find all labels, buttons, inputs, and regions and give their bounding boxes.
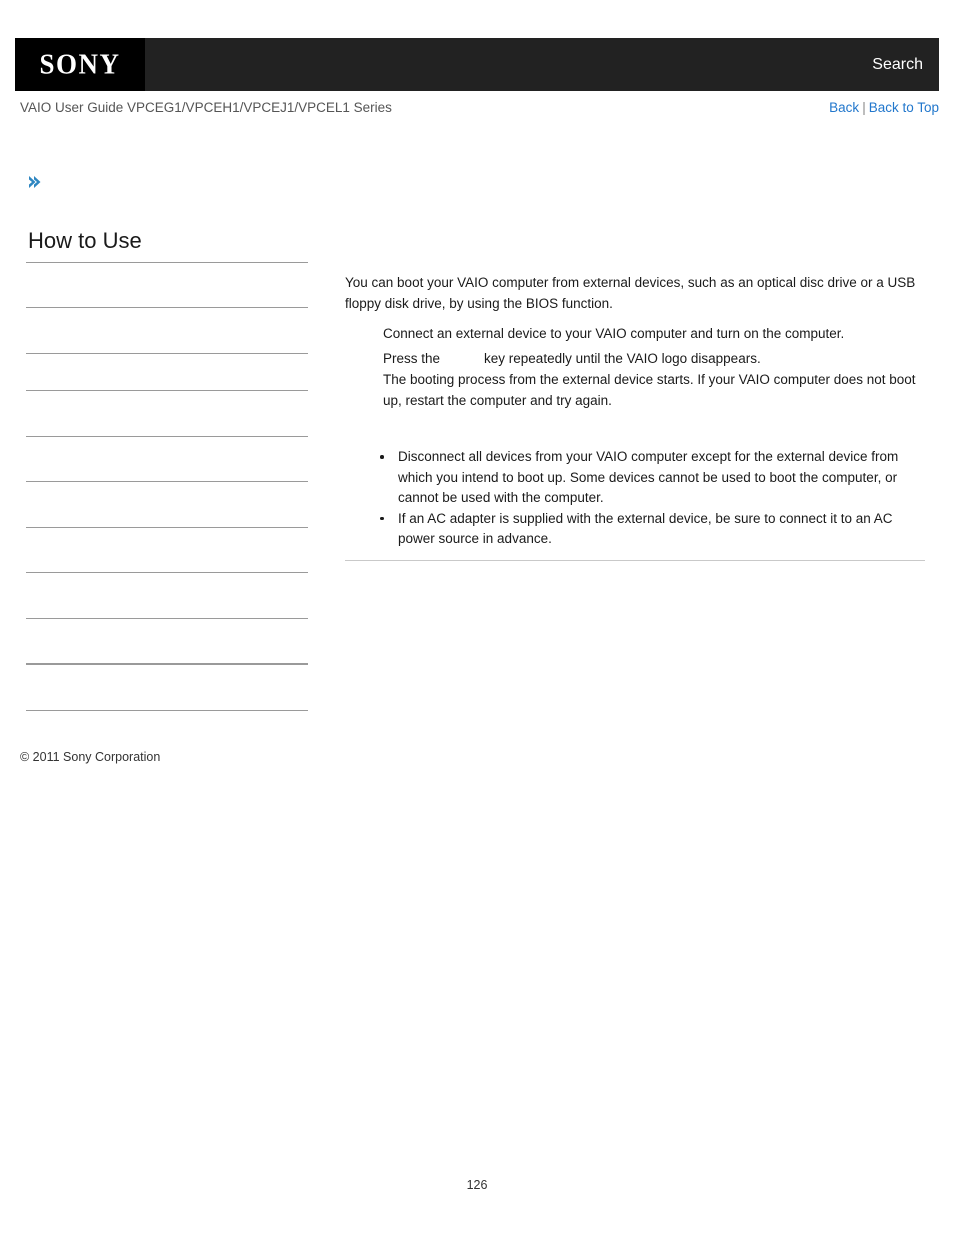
main-content: You can boot your VAIO computer from ext… [345,272,925,550]
intro-paragraph: You can boot your VAIO computer from ext… [345,275,916,311]
sub-header: VAIO User Guide VPCEG1/VPCEH1/VPCEJ1/VPC… [15,100,939,124]
sidebar-item-5[interactable] [26,482,308,527]
sidebar-item-9[interactable] [26,665,308,710]
sidebar-item-3[interactable] [26,391,308,436]
step-item-2: Press the key repeatedly until the VAIO l… [383,348,925,411]
notes-list: Disconnect all devices from your VAIO co… [345,447,925,550]
guide-title: VAIO User Guide VPCEG1/VPCEH1/VPCEJ1/VPC… [20,100,392,115]
procedure-steps: Connect an external device to your VAIO … [345,323,925,411]
sidebar-divider [26,710,308,712]
step-item-1: Connect an external device to your VAIO … [383,323,925,344]
content-divider [345,560,925,561]
sidebar-title: How to Use [28,228,142,253]
page-number: 126 [466,1178,488,1192]
sidebar-item-6[interactable] [26,528,308,572]
sidebar-item-1[interactable] [26,308,308,353]
sidebar-item-2[interactable] [26,354,308,390]
back-to-top-link[interactable]: Back to Top [869,100,939,115]
sidebar-item-0[interactable] [26,263,308,307]
nav-separator: | [862,100,866,115]
header-nav-links: Back | Back to Top [829,100,939,115]
sidebar-item-4[interactable] [26,437,308,481]
sidebar-navigation: How to Use [26,228,308,712]
step-2-text-before: Press the [383,351,441,366]
sony-logo-text: SONY [39,48,121,80]
search-link[interactable]: Search [872,38,923,91]
sidebar-item-8[interactable] [26,619,308,663]
site-header: SONY Search [15,38,939,91]
step-2-text-after: key repeatedly until the VAIO logo disap… [484,351,761,366]
back-link[interactable]: Back [829,100,859,115]
note-item-1: Disconnect all devices from your VAIO co… [376,447,925,509]
step-1-text: Connect an external device to your VAIO … [383,326,845,341]
copyright-notice: © 2011 Sony Corporation [20,750,161,764]
chevron-right-icon [26,174,42,190]
page-root: SONY Search VAIO User Guide VPCEG1/VPCEH… [0,0,954,1235]
note-item-2: If an AC adapter is supplied with the ex… [376,509,925,550]
sidebar-item-7[interactable] [26,573,308,618]
sony-logo-box[interactable]: SONY [15,38,145,91]
step-2-note: The booting process from the external de… [383,372,916,408]
